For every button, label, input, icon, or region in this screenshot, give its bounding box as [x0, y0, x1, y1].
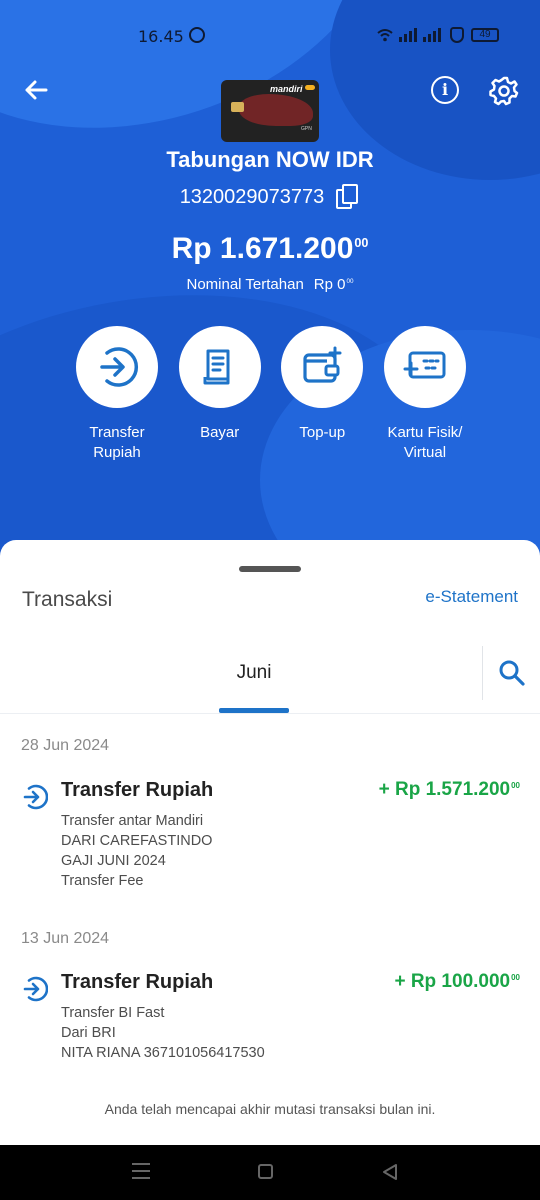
card-chip: [231, 102, 244, 112]
account-number-row: 1320029073773: [0, 184, 540, 210]
end-of-list-note: Anda telah mencapai akhir mutasi transak…: [104, 1101, 436, 1117]
transfer-arrow-icon: [23, 976, 48, 1002]
shield-icon: [450, 27, 464, 43]
card-brand: mandiri: [270, 84, 303, 94]
wifi-icon: [377, 29, 393, 42]
transactions-title: Transaksi: [22, 588, 113, 611]
date-header: 13 Jun 2024: [21, 930, 110, 947]
mandiri-logo-mark: [305, 85, 315, 90]
signal-icon: [399, 28, 417, 42]
detail-line: DARI CAREFASTINDO: [61, 833, 213, 849]
transfer-arrow-icon: [23, 784, 48, 810]
transaction-amount: + Rp 100.00000: [394, 971, 520, 992]
tab-juni[interactable]: Juni: [219, 638, 289, 714]
transaction-details: Transfer BI Fast Dari BRI NITA RIANA 367…: [61, 1003, 265, 1063]
transfer-rupiah-button[interactable]: Transfer Rupiah: [66, 326, 168, 463]
wallet-plus-icon: [303, 346, 342, 383]
transactions-sheet: Transaksi e-Statement Juni 28 Jun 2024 T…: [0, 540, 540, 1145]
info-icon[interactable]: i: [431, 76, 459, 104]
action-label: Top-up: [299, 424, 346, 441]
transaction-details: Transfer antar Mandiri DARI CAREFASTINDO…: [61, 811, 212, 891]
top-up-button[interactable]: Top-up: [271, 326, 373, 463]
recent-apps-icon[interactable]: [132, 1163, 150, 1179]
detail-line: GAJI JUNI 2024: [61, 853, 166, 869]
gear-icon[interactable]: [488, 75, 520, 107]
date-header: 28 Jun 2024: [21, 737, 110, 754]
detail-line: NITA RIANA 367101056417530: [61, 1045, 265, 1061]
transfer-arrow-icon: [100, 347, 138, 387]
detail-line: Transfer Fee: [61, 873, 144, 889]
month-tabs: Juni: [0, 638, 540, 714]
whatsapp-icon: [189, 27, 205, 43]
e-statement-link[interactable]: e-Statement: [425, 587, 518, 607]
account-number: 1320029073773: [179, 185, 325, 208]
bayar-button[interactable]: Bayar: [169, 326, 271, 463]
back-arrow-icon[interactable]: [20, 74, 52, 106]
held-amount: Rp 000: [313, 276, 354, 293]
held-amount-row: Nominal Tertahan Rp 000: [0, 276, 540, 293]
active-tab-indicator: [219, 708, 289, 713]
transaction-title: Transfer Rupiah: [61, 971, 214, 993]
divider: [482, 646, 483, 700]
detail-line: Dari BRI: [61, 1025, 116, 1041]
battery-icon: 49: [471, 28, 499, 42]
kartu-fisik-virtual-button[interactable]: Kartu Fisik/ Virtual: [374, 326, 476, 463]
search-icon[interactable]: [498, 658, 526, 688]
signal-icon: [423, 28, 441, 42]
home-icon[interactable]: [258, 1164, 273, 1179]
quick-actions: Transfer Rupiah Bayar Top-up Kartu Fisik…: [66, 326, 476, 463]
receipt-icon: [203, 349, 230, 385]
account-balance: Rp 1.671.20000: [171, 232, 369, 265]
action-label: Bayar: [200, 424, 240, 441]
back-triangle-icon[interactable]: [382, 1163, 398, 1181]
status-time: 16.45: [138, 27, 184, 46]
tab-label: Juni: [236, 662, 272, 683]
account-name: Tabungan NOW IDR: [166, 147, 374, 172]
status-bar: 16.45 49: [0, 24, 540, 50]
card-network: GPN: [301, 126, 312, 132]
action-label: Transfer Rupiah: [89, 424, 145, 461]
held-label: Nominal Tertahan: [186, 276, 304, 293]
detail-line: Transfer antar Mandiri: [61, 813, 204, 829]
detail-line: Transfer BI Fast: [61, 1005, 165, 1021]
sheet-drag-handle[interactable]: [239, 566, 301, 572]
transaction-title: Transfer Rupiah: [61, 779, 214, 801]
transaction-amount: + Rp 1.571.20000: [378, 779, 520, 800]
action-label: Kartu Fisik/ Virtual: [387, 424, 463, 461]
card-plus-icon: [403, 351, 446, 379]
card-image: mandiri GPN: [221, 80, 319, 142]
system-navigation-bar: [0, 1145, 540, 1200]
copy-icon[interactable]: [336, 184, 360, 210]
